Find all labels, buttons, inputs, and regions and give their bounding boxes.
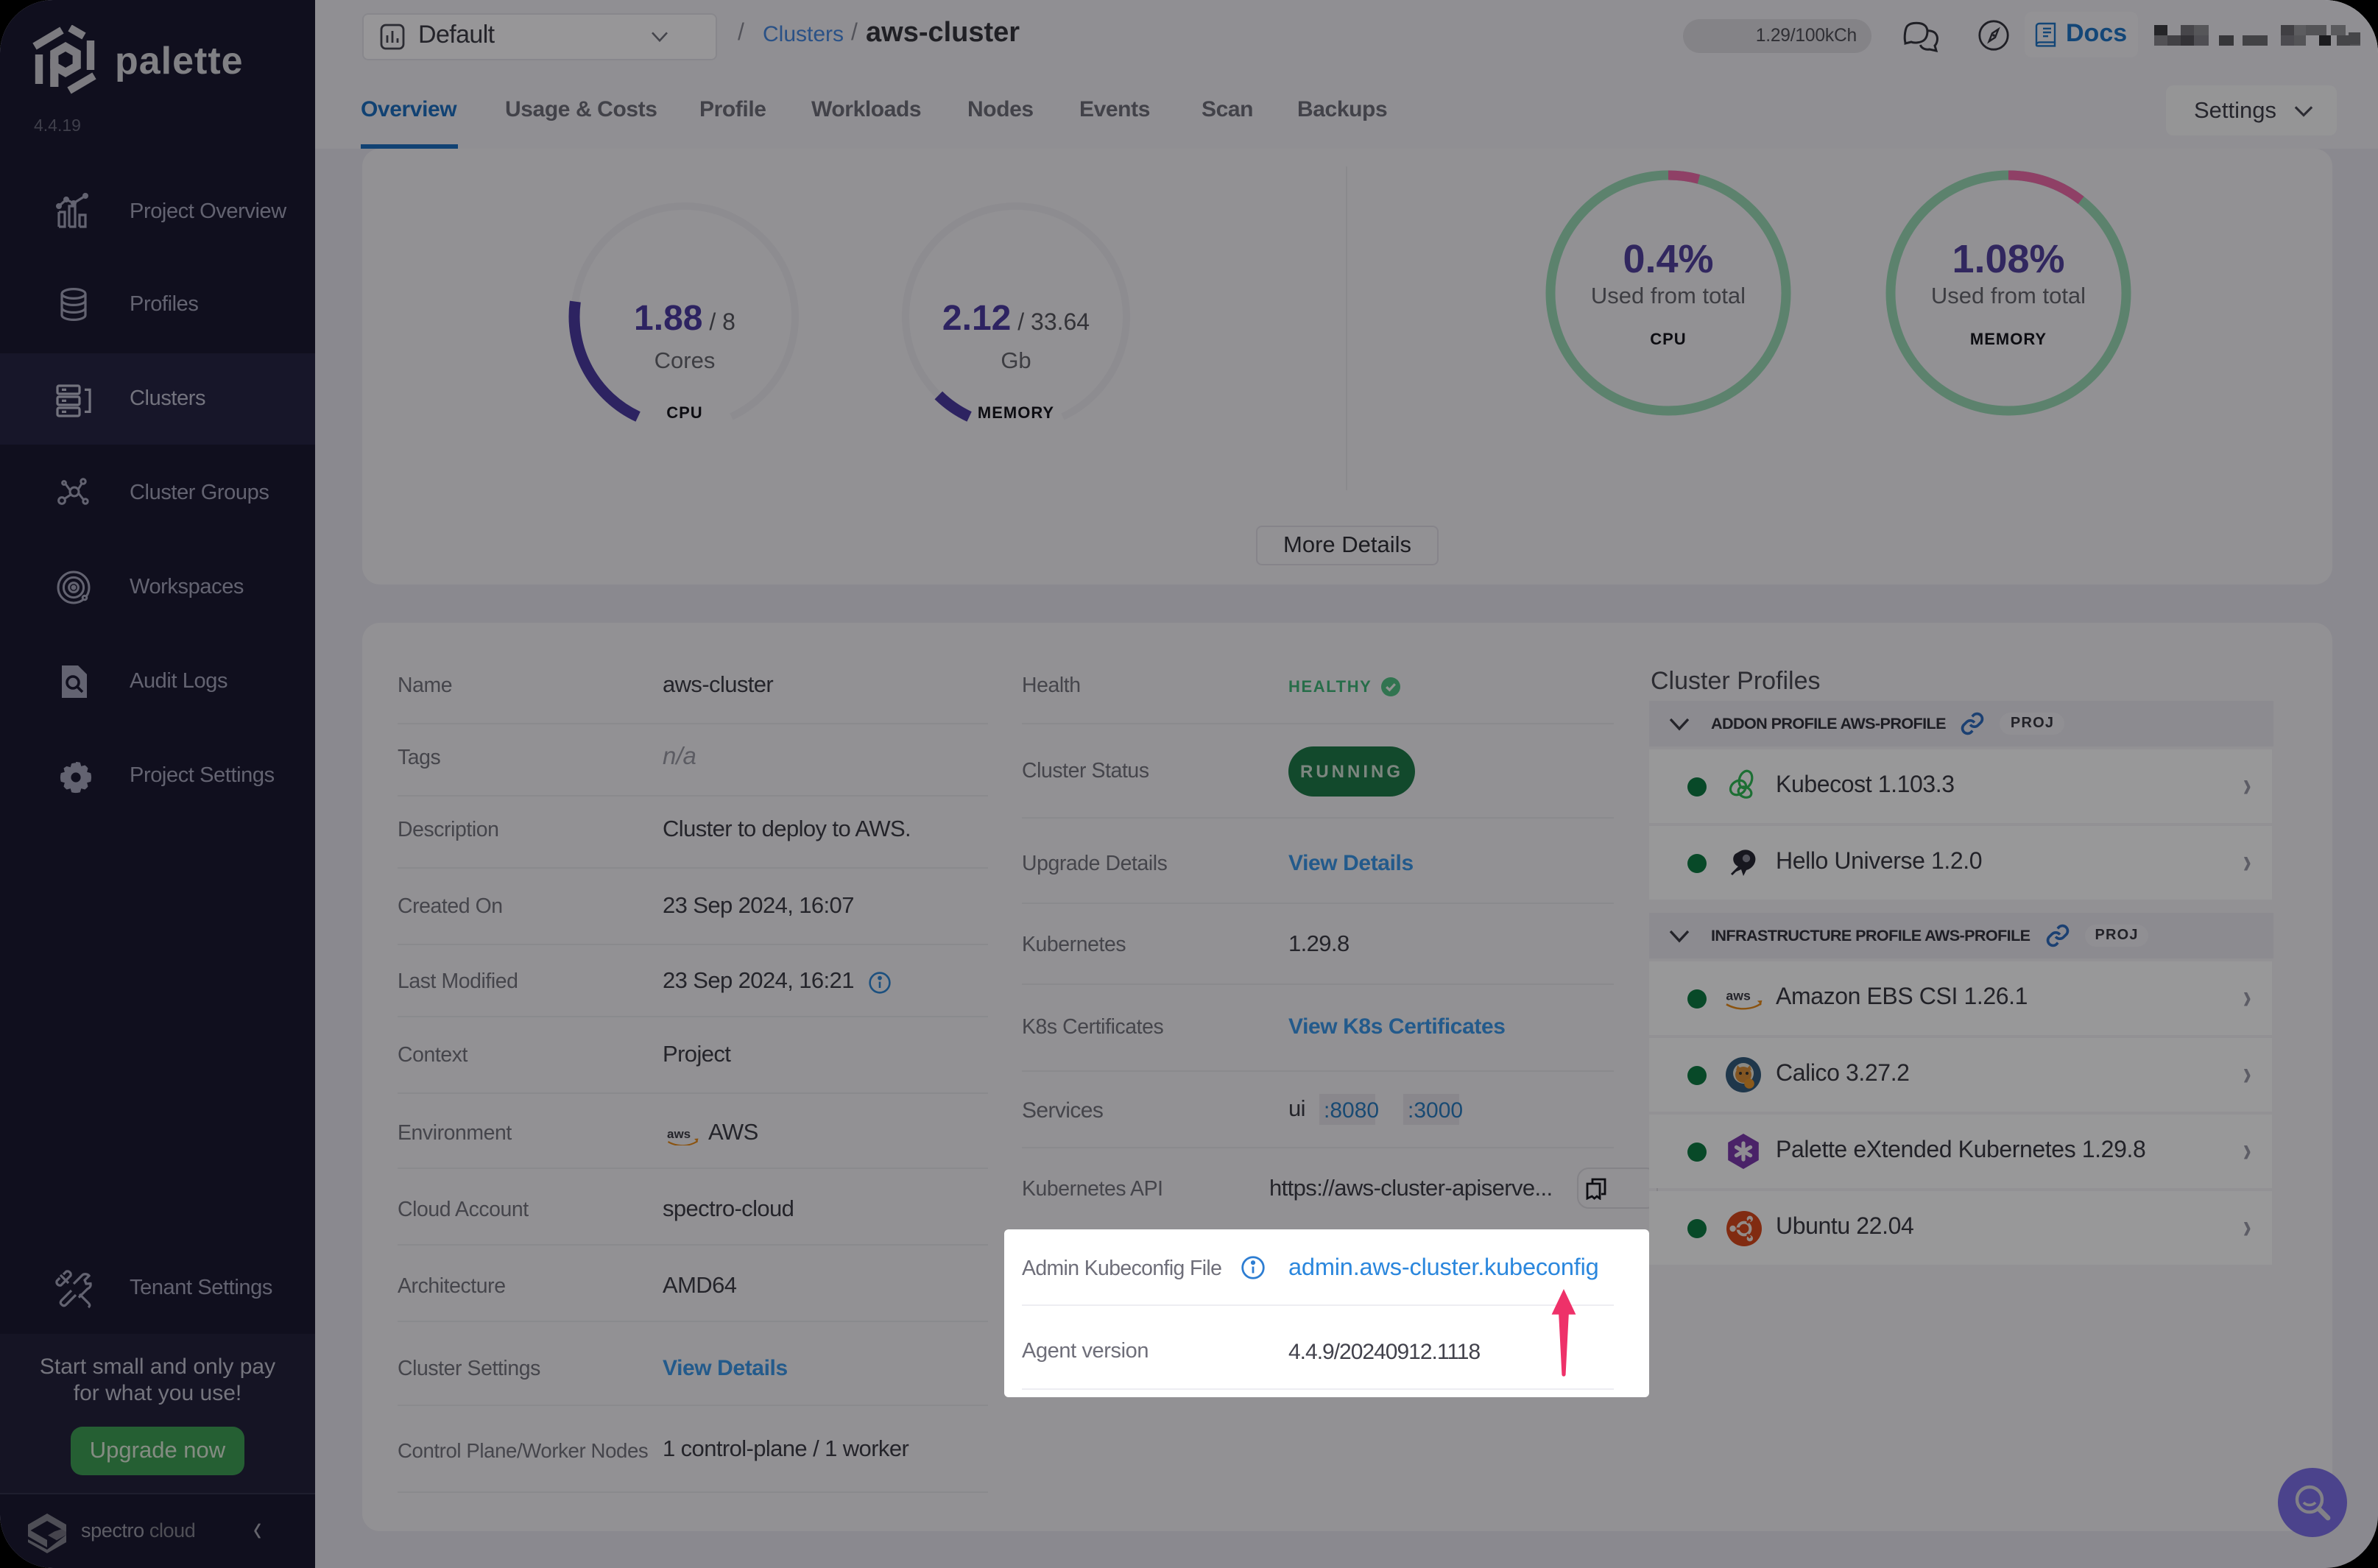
svg-text:aws: aws bbox=[1726, 988, 1751, 1003]
svg-text:aws: aws bbox=[667, 1127, 691, 1141]
